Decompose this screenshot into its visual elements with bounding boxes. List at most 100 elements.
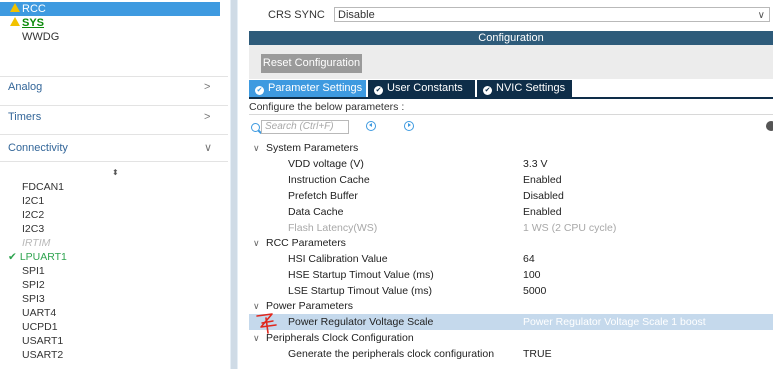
crs-sync-label: CRS SYNC <box>268 9 325 21</box>
category-label: Analog <box>8 81 43 93</box>
param-name: Generate the peripherals clock configura… <box>288 348 495 360</box>
tab-user-constants[interactable]: ✔ User Constants <box>368 80 475 97</box>
chevron-down-icon: ∨ <box>253 143 260 153</box>
param-name: Prefetch Buffer <box>288 190 358 202</box>
peripheral-item[interactable]: IRTIM <box>22 236 50 250</box>
chevron-down-icon: ∨ <box>204 142 213 154</box>
crs-sync-row: CRS SYNC Disable ∨ <box>238 4 773 26</box>
category-timers[interactable]: Timers > <box>0 107 228 127</box>
param-value: 100 <box>523 269 541 281</box>
arrow-right-icon <box>408 123 411 127</box>
param-name: HSI Calibration Value <box>288 253 388 265</box>
peripheral-item[interactable]: I2C3 <box>22 222 44 236</box>
peripheral-item[interactable]: FDCAN1 <box>22 180 64 194</box>
peripheral-item[interactable]: I2C1 <box>22 194 44 208</box>
arrow-left-icon <box>369 123 372 127</box>
info-icon[interactable] <box>766 121 773 131</box>
param-value[interactable]: Power Regulator Voltage Scale 1 boost <box>523 314 706 330</box>
right-panel: CRS SYNC Disable ∨ Configuration Reset C… <box>238 0 773 369</box>
tab-label: User Constants <box>387 82 463 94</box>
param-row[interactable]: HSE Startup Timout Value (ms) 100 <box>249 267 773 283</box>
tab-label: Parameter Settings <box>268 82 363 94</box>
param-row[interactable]: LSE Startup Timout Value (ms) 5000 <box>249 283 773 299</box>
param-value: Disabled <box>523 190 564 202</box>
peripheral-item[interactable]: SPI1 <box>22 264 45 278</box>
param-row-selected[interactable]: Power Regulator Voltage Scale Power Regu… <box>249 314 773 330</box>
param-row[interactable]: HSI Calibration Value 64 <box>249 251 773 267</box>
tree-item-label: WWDG <box>22 31 60 43</box>
left-panel: RCC SYS WWDG Analog > Timers > Connectiv… <box>0 0 230 369</box>
chevron-down-icon: ∨ <box>757 10 765 21</box>
crs-sync-value: Disable <box>338 9 375 21</box>
peripheral-item[interactable]: UART4 <box>22 306 56 320</box>
param-name: Flash Latency(WS) <box>288 222 378 234</box>
chevron-down-icon: ∨ <box>253 238 260 248</box>
param-name: LSE Startup Timout Value (ms) <box>288 285 432 297</box>
peripheral-item[interactable]: USART2 <box>22 348 63 362</box>
category-connectivity[interactable]: Connectivity ∨ <box>0 138 228 158</box>
tree-item-rcc[interactable]: RCC <box>0 2 220 16</box>
search-input[interactable]: Search (Ctrl+F) <box>261 120 349 134</box>
divider <box>0 161 228 162</box>
peripheral-item-lpuart1[interactable]: ✔ LPUART1 <box>8 250 67 264</box>
group-label: RCC Parameters <box>266 237 346 249</box>
param-value: TRUE <box>523 348 552 360</box>
param-name: Data Cache <box>288 206 344 218</box>
reset-configuration-button[interactable]: Reset Configuration <box>261 54 362 73</box>
param-row[interactable]: Generate the peripherals clock configura… <box>249 346 773 362</box>
tree-item-label: RCC <box>22 3 46 15</box>
group-label: Peripherals Clock Configuration <box>266 332 414 344</box>
param-value: 64 <box>523 253 535 265</box>
param-value: 5000 <box>523 285 547 297</box>
divider <box>0 134 228 135</box>
param-value: Enabled <box>523 174 562 186</box>
tree-item-wwdg[interactable]: WWDG <box>0 30 220 44</box>
search-icon <box>251 123 260 132</box>
configure-prompt: Configure the below parameters : <box>249 101 773 115</box>
param-row: Flash Latency(WS) 1 WS (2 CPU cycle) <box>249 220 773 236</box>
param-row[interactable]: Prefetch Buffer Disabled <box>249 188 773 204</box>
peripheral-item[interactable]: SPI2 <box>22 278 45 292</box>
search-next-button[interactable] <box>404 121 414 131</box>
param-row[interactable]: VDD voltage (V) 3.3 V <box>249 156 773 172</box>
category-label: Timers <box>8 111 42 123</box>
param-value: Enabled <box>523 206 562 218</box>
peripheral-item[interactable]: UCPD1 <box>22 320 58 334</box>
check-circle-icon: ✔ <box>255 86 264 95</box>
group-power-parameters[interactable]: ∨ Power Parameters <box>249 298 773 314</box>
param-name: HSE Startup Timout Value (ms) <box>288 269 434 281</box>
crs-sync-select[interactable]: Disable ∨ <box>334 7 770 22</box>
param-name: Power Regulator Voltage Scale <box>288 316 434 328</box>
tree-item-sys[interactable]: SYS <box>0 16 220 30</box>
tab-parameter-settings[interactable]: ✔ Parameter Settings <box>249 80 366 97</box>
peripheral-item[interactable]: USART1 <box>22 334 63 348</box>
chevron-right-icon: > <box>204 81 211 93</box>
peripheral-item[interactable]: SPI3 <box>22 292 45 306</box>
scrollbar-thumb[interactable] <box>231 0 237 369</box>
category-label: Connectivity <box>8 142 68 154</box>
category-analog[interactable]: Analog > <box>0 77 228 97</box>
warning-icon <box>10 3 20 12</box>
group-system-parameters[interactable]: ∨ System Parameters <box>249 140 773 156</box>
group-rcc-parameters[interactable]: ∨ RCC Parameters <box>249 235 773 251</box>
warning-icon <box>10 17 20 26</box>
chevron-right-icon: > <box>204 111 211 123</box>
param-name: VDD voltage (V) <box>288 158 364 170</box>
tree-item-label: SYS <box>22 17 45 29</box>
tab-bar: ✔ Parameter Settings ✔ User Constants ✔ NVI… <box>249 80 773 97</box>
group-peripherals-clock-configuration[interactable]: ∨ Peripherals Clock Configuration <box>249 330 773 346</box>
check-circle-icon: ✔ <box>483 86 492 95</box>
configuration-header: Configuration <box>249 31 773 45</box>
search-previous-button[interactable] <box>366 121 376 131</box>
param-value: 3.3 V <box>523 158 548 170</box>
tab-underline <box>249 97 773 99</box>
tab-label: NVIC Settings <box>496 82 566 94</box>
divider <box>0 105 228 106</box>
peripheral-item[interactable]: I2C2 <box>22 208 44 222</box>
param-row[interactable]: Instruction Cache Enabled <box>249 172 773 188</box>
sort-icon[interactable]: ⬍ <box>112 168 119 177</box>
tab-nvic-settings[interactable]: ✔ NVIC Settings <box>477 80 572 97</box>
annotation-scribble-icon <box>256 313 277 334</box>
group-label: System Parameters <box>266 142 359 154</box>
param-row[interactable]: Data Cache Enabled <box>249 204 773 220</box>
